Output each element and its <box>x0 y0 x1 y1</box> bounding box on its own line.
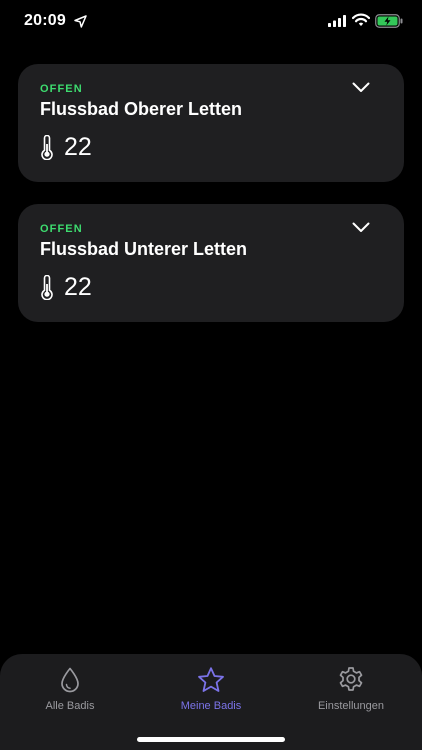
status-badge: OFFEN <box>40 223 83 235</box>
thermometer-icon <box>41 135 53 160</box>
tab-label: Alle Badis <box>45 700 95 712</box>
temperature-value: 22 <box>64 273 92 301</box>
screen: 20:09 OFFEN Flussbad Oberer Letten 22 OF… <box>0 0 422 750</box>
chevron-down-icon[interactable] <box>352 82 370 93</box>
water-drop-icon <box>61 667 79 693</box>
chevron-down-icon[interactable] <box>352 222 370 233</box>
star-icon <box>198 667 224 692</box>
gear-icon <box>339 667 363 691</box>
badi-title: Flussbad Oberer Letten <box>40 99 243 119</box>
status-time: 20:09 <box>24 12 66 29</box>
tab-alle-badis[interactable]: Alle Badis <box>10 666 130 718</box>
tab-label: Meine Badis <box>180 700 242 712</box>
location-arrow-icon <box>74 15 87 28</box>
tab-label: Einstellungen <box>317 700 385 712</box>
tab-meine-badis[interactable]: Meine Badis <box>151 666 271 718</box>
temperature-value: 22 <box>64 133 92 161</box>
cellular-signal-icon <box>328 15 346 27</box>
badi-card-oberer-letten[interactable]: OFFEN Flussbad Oberer Letten 22 <box>18 64 404 182</box>
home-indicator[interactable] <box>137 737 285 742</box>
status-bar: 20:09 <box>0 0 422 44</box>
status-badge: OFFEN <box>40 83 83 95</box>
tab-bar: Alle Badis Meine Badis Einstellungen <box>0 654 422 750</box>
wifi-icon <box>352 13 370 26</box>
battery-charging-icon <box>375 14 403 28</box>
tab-einstellungen[interactable]: Einstellungen <box>291 666 411 718</box>
badi-title: Flussbad Unterer Letten <box>40 239 248 259</box>
thermometer-icon <box>41 275 53 300</box>
badi-card-unterer-letten[interactable]: OFFEN Flussbad Unterer Letten 22 <box>18 204 404 322</box>
